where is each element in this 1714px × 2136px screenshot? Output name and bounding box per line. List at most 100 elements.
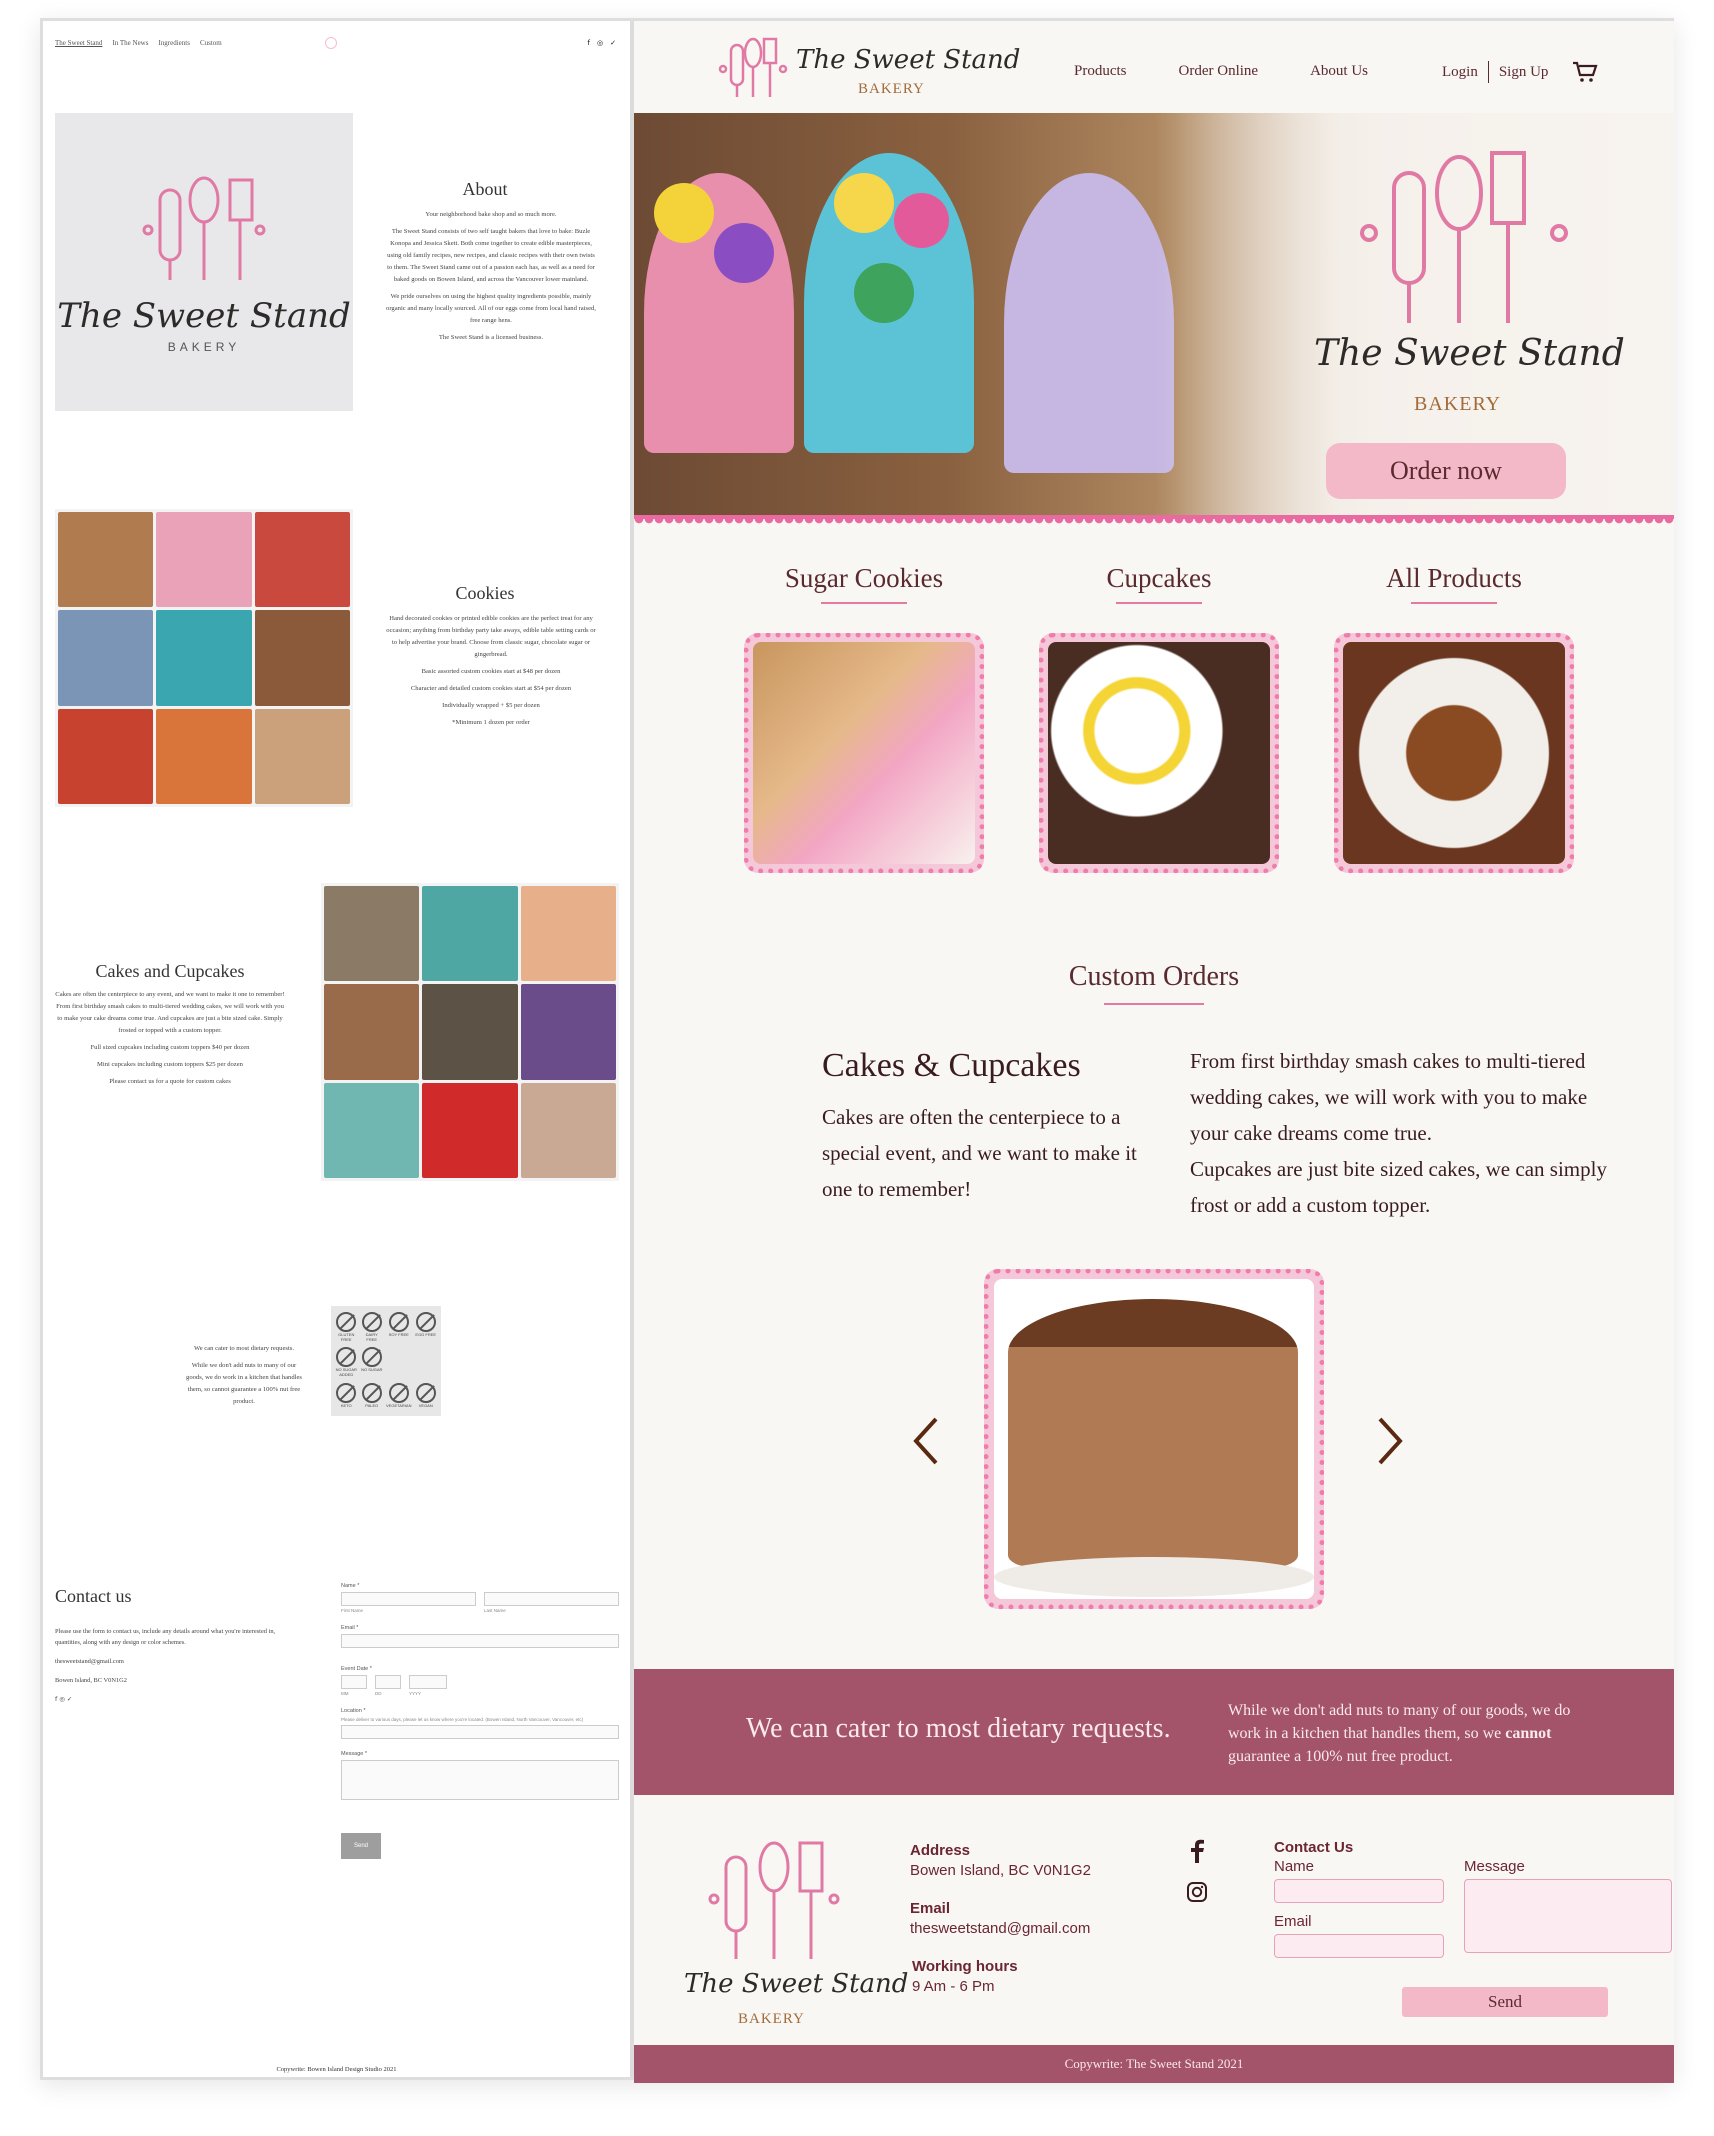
cake-carousel-image[interactable] [984, 1269, 1324, 1609]
all-products-image[interactable] [1334, 633, 1574, 873]
instagram-icon[interactable]: ◎ [597, 39, 603, 47]
old-contact-email[interactable]: thesweetstand@gmail.com [55, 1656, 285, 1667]
email-value[interactable]: thesweetstand@gmail.com [910, 1919, 1091, 1939]
diet-label: NO SUGAR ADDED [335, 1367, 357, 1378]
old-send-button[interactable]: Send [341, 1833, 381, 1859]
auth-links: Login Sign Up [1442, 61, 1598, 83]
old-nav-home[interactable]: The Sweet Stand [55, 39, 102, 47]
old-message-input[interactable] [341, 1760, 619, 1800]
instagram-icon[interactable] [1186, 1881, 1208, 1903]
old-nav-custom[interactable]: Custom [200, 39, 222, 47]
old-last-name-input[interactable] [484, 1592, 619, 1606]
gluten-free-icon [336, 1312, 357, 1332]
carousel-prev-arrow[interactable] [906, 1411, 946, 1471]
footer-social [1186, 1839, 1208, 1903]
gallery-photo[interactable] [422, 1082, 518, 1178]
message-label: Message [1464, 1858, 1525, 1875]
diet-label: KETO [340, 1402, 352, 1408]
gallery-photo[interactable] [324, 984, 420, 1080]
custom-orders-underline [1104, 1003, 1204, 1005]
address-label: Address [910, 1842, 971, 1859]
old-cakes-p3: Mini cupcakes including custom toppers $… [97, 1061, 243, 1068]
carousel-next-arrow[interactable] [1370, 1411, 1410, 1471]
cart-icon[interactable] [1572, 61, 1598, 83]
gallery-photo[interactable] [324, 1082, 420, 1178]
old-contact-social[interactable]: f ◎ ✓ [55, 1694, 285, 1705]
old-contact-form: Name * First Name Last Name Email * Even… [341, 1583, 619, 1800]
gallery-photo[interactable] [58, 512, 154, 608]
gallery-photo[interactable] [520, 886, 616, 982]
gallery-photo[interactable] [58, 610, 154, 706]
gallery-photo[interactable] [156, 708, 252, 804]
category-all-products[interactable]: All Products [1334, 563, 1574, 604]
old-location-input[interactable] [341, 1725, 619, 1739]
old-date-dd-input[interactable] [375, 1675, 401, 1689]
old-nav-news[interactable]: In The News [112, 39, 148, 47]
cupcakes-image[interactable] [1039, 633, 1279, 873]
category-cupcakes[interactable]: Cupcakes [1039, 563, 1279, 604]
gallery-photo[interactable] [520, 984, 616, 1080]
gallery-photo[interactable] [254, 708, 350, 804]
gallery-photo[interactable] [156, 610, 252, 706]
category-title: All Products [1386, 563, 1522, 593]
old-email-input[interactable] [341, 1634, 619, 1648]
facebook-icon[interactable] [1186, 1839, 1208, 1863]
gallery-photo[interactable] [422, 886, 518, 982]
no-sugar-icon [361, 1347, 382, 1368]
old-footer: Copywrite: Bowen Island Design Studio 20… [276, 2066, 397, 2073]
gallery-photo[interactable] [520, 1082, 616, 1178]
old-date-yyyy-input[interactable] [409, 1675, 447, 1689]
send-button[interactable]: Send [1402, 1987, 1608, 2017]
diet-label: SOY FREE [388, 1332, 409, 1337]
cakes-details-1: From first birthday smash cakes to multi… [1190, 1049, 1588, 1145]
gallery-photo[interactable] [324, 886, 420, 982]
message-input[interactable] [1464, 1879, 1672, 1953]
brand-logo[interactable]: The Sweet Stand BAKERY [718, 35, 1020, 105]
old-date-mm-input[interactable] [341, 1675, 367, 1689]
login-link[interactable]: Login [1442, 64, 1478, 81]
bakery-tools-icon [142, 176, 266, 280]
old-nav-logo[interactable] [325, 37, 337, 49]
cakes-cupcakes-details: From first birthday smash cakes to multi… [1190, 1043, 1630, 1223]
gallery-photo[interactable] [58, 708, 154, 804]
old-cookies-text: Hand decorated cookies or printed edible… [385, 613, 597, 734]
gallery-photo[interactable] [254, 512, 350, 608]
order-now-button[interactable]: Order now [1326, 443, 1566, 499]
old-cookies-p1: Hand decorated cookies or printed edible… [386, 615, 596, 658]
nav-order-online[interactable]: Order Online [1179, 63, 1259, 80]
old-logo-script: The Sweet Stand [57, 296, 351, 336]
footer-brand-script: The Sweet Stand [684, 1969, 909, 1999]
scallop-border [634, 515, 1674, 525]
gallery-photo[interactable] [254, 610, 350, 706]
signup-link[interactable]: Sign Up [1499, 64, 1549, 81]
twitter-icon[interactable]: ✓ [610, 39, 616, 47]
old-first-name-input[interactable] [341, 1592, 476, 1606]
diet-label: VEGAN [418, 1402, 433, 1408]
gallery-photo[interactable] [422, 984, 518, 1080]
old-contact-desc: Please use the form to contact us, inclu… [55, 1628, 276, 1646]
nav-about-us[interactable]: About Us [1310, 63, 1368, 80]
nav-products[interactable]: Products [1074, 63, 1127, 80]
cakes-cupcakes-heading: Cakes & Cupcakes [822, 1047, 1081, 1084]
footer: The Sweet Stand BAKERY Address Bowen Isl… [634, 1795, 1674, 2065]
facebook-icon[interactable]: f [588, 39, 590, 47]
old-cookie-gallery [55, 509, 353, 807]
name-input[interactable] [1274, 1879, 1444, 1903]
auth-separator [1487, 61, 1489, 83]
email-label: Email [910, 1900, 951, 1917]
gallery-photo[interactable] [156, 512, 252, 608]
hero-brand-bakery: BAKERY [1414, 393, 1502, 415]
diet-label: EGG FREE [415, 1332, 437, 1337]
email-input[interactable] [1274, 1934, 1444, 1958]
footer-brand-bakery: BAKERY [738, 2011, 805, 2027]
category-sugar-cookies[interactable]: Sugar Cookies [744, 563, 984, 604]
dairy-free-icon [361, 1312, 382, 1332]
sugar-cookies-image[interactable] [744, 633, 984, 873]
old-about-p4: The Sweet Stand is a licensed business. [438, 334, 544, 341]
old-nav-ingredients[interactable]: Ingredients [158, 39, 190, 47]
old-logo-bakery: BAKERY [167, 340, 241, 354]
old-cookies-p4: Individually wrapped + $5 per dozen [442, 702, 540, 709]
old-cookies-p2: Basic assorted custom cookies start at $… [421, 668, 561, 675]
keto-icon [336, 1382, 357, 1403]
footer-logo[interactable]: The Sweet Stand BAKERY [674, 1837, 908, 2037]
